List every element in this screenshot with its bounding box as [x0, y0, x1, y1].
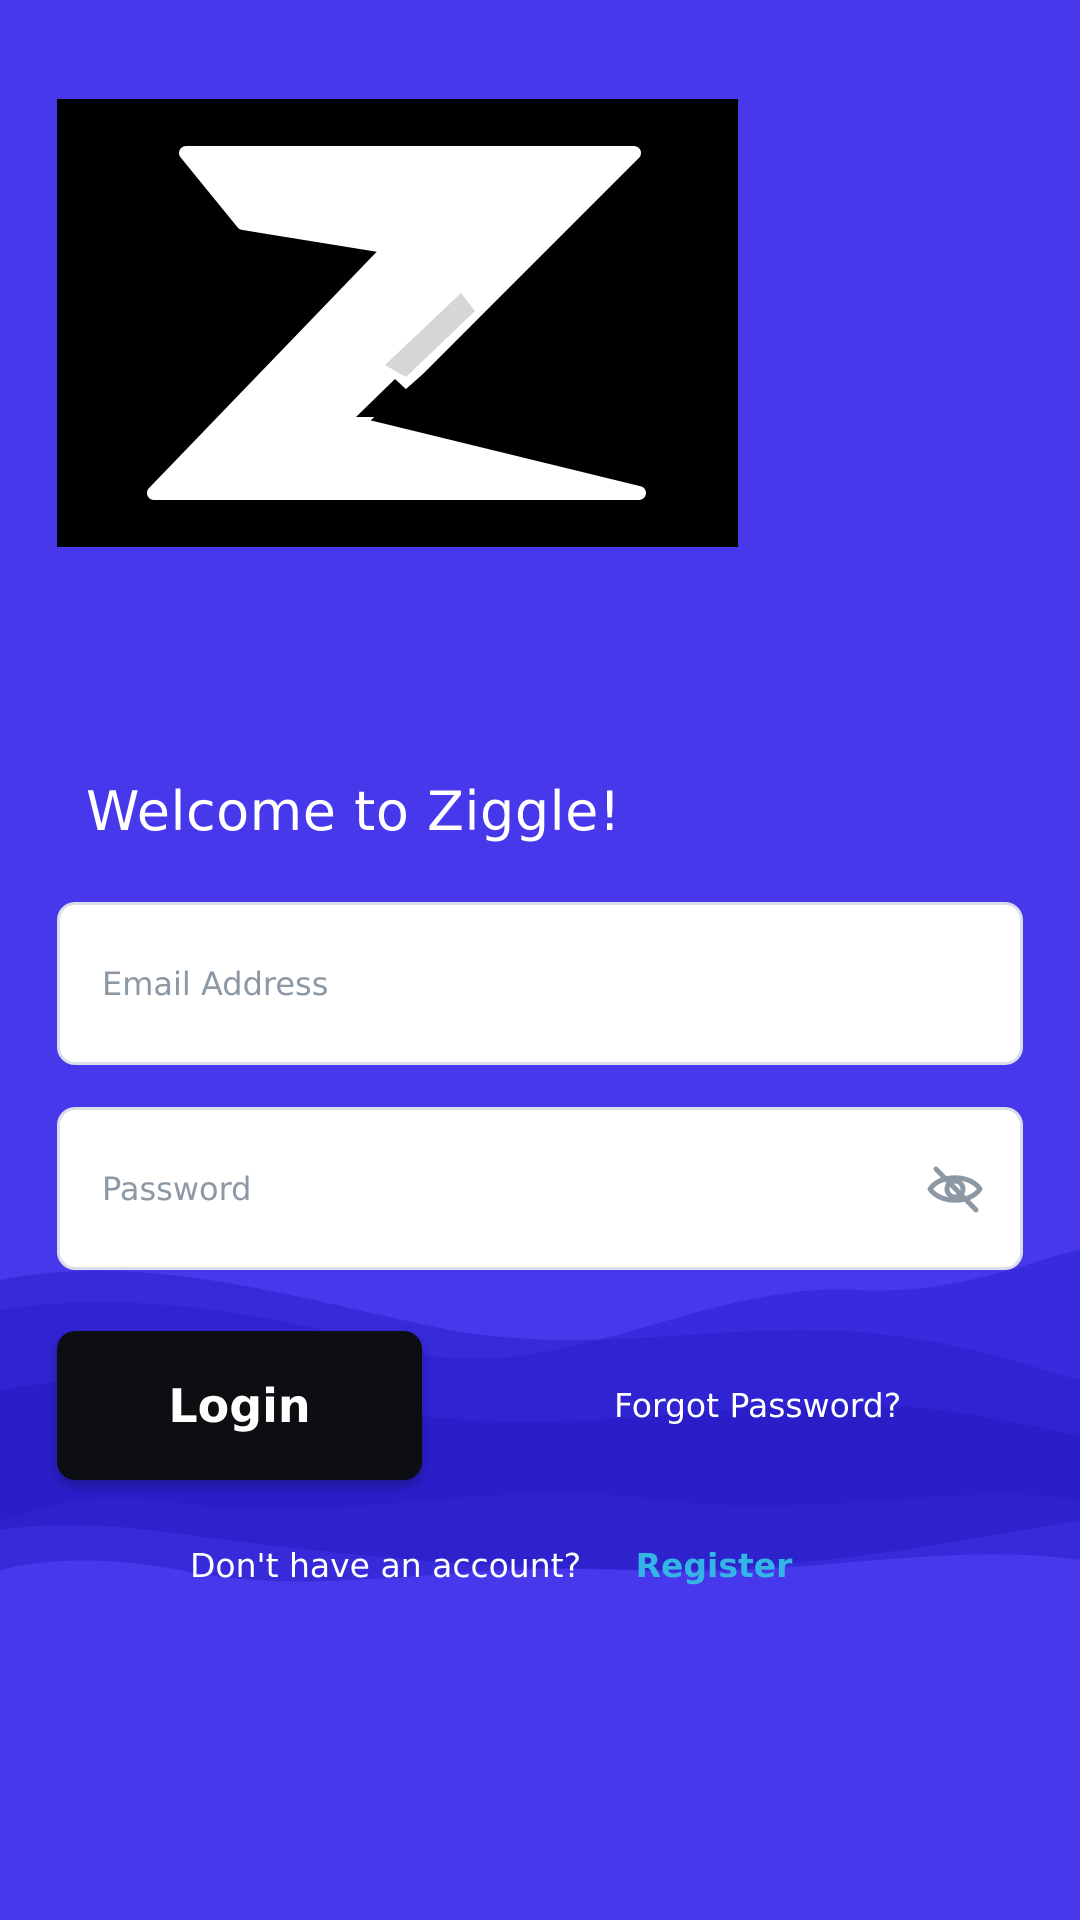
register-question: Don't have an account?	[190, 1546, 582, 1585]
forgot-password-link[interactable]: Forgot Password?	[614, 1386, 901, 1425]
eye-off-icon[interactable]	[926, 1164, 984, 1214]
password-field[interactable]	[57, 1107, 1023, 1270]
email-field[interactable]	[57, 902, 1023, 1065]
register-link[interactable]: Register	[636, 1546, 793, 1585]
login-button[interactable]: Login	[57, 1331, 422, 1480]
email-input[interactable]	[102, 905, 922, 1062]
logo	[57, 99, 738, 547]
welcome-title: Welcome to Ziggle!	[86, 780, 621, 843]
password-input[interactable]	[102, 1110, 922, 1267]
register-prompt: Don't have an account? Register	[190, 1546, 792, 1585]
ziggle-logo-icon	[147, 146, 646, 500]
